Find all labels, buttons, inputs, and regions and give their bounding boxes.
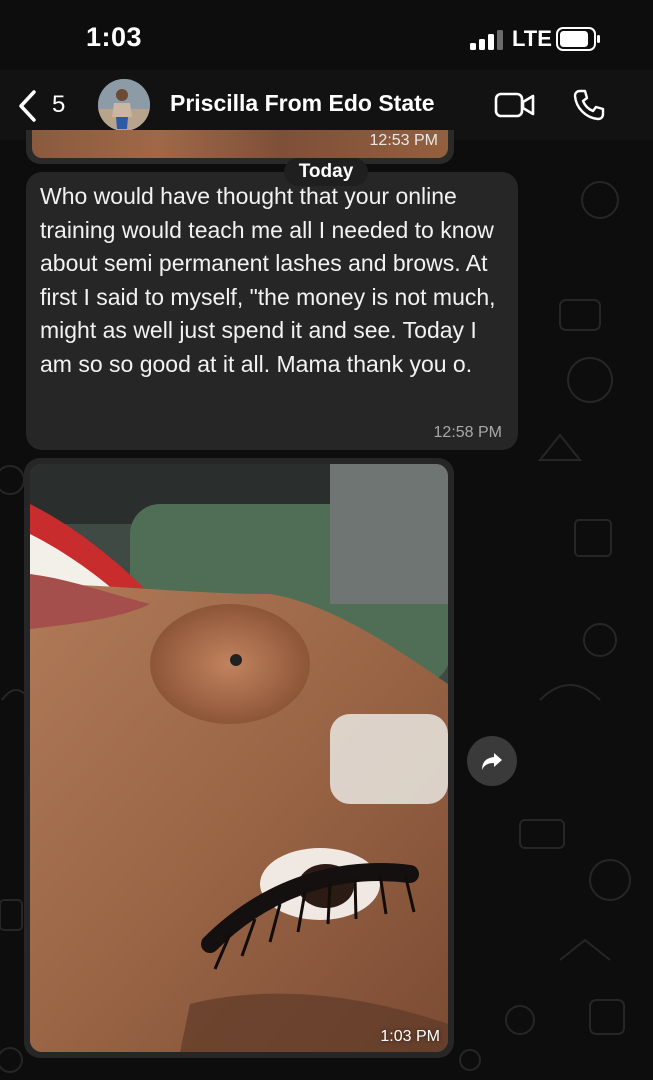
forward-arrow-icon [482, 753, 502, 770]
status-time: 1:03 [86, 22, 143, 52]
previous-image-message[interactable]: 12:53 PM [26, 130, 454, 164]
contact-avatar[interactable] [98, 79, 150, 131]
message-time: 1:03 PM [380, 1028, 440, 1045]
forward-button[interactable] [467, 736, 517, 786]
contact-name[interactable]: Priscilla From Edo State [170, 90, 435, 117]
signal-strength-icon [470, 30, 503, 50]
date-divider: Today [284, 158, 368, 186]
back-button[interactable]: 5 [16, 86, 76, 126]
battery-icon [556, 27, 600, 51]
network-type: LTE [512, 26, 552, 51]
message-time: 12:58 PM [433, 424, 502, 441]
text-message-bubble[interactable]: Who would have thought that your online … [26, 172, 518, 450]
chevron-left-icon [19, 90, 36, 122]
unread-count: 5 [52, 91, 66, 118]
image-message-bubble[interactable]: 1:03 PM [24, 458, 454, 1058]
video-camera-icon[interactable] [494, 90, 536, 120]
message-text: Who would have thought that your online … [40, 183, 496, 377]
status-bar: 1:03 LTE [0, 0, 653, 80]
phone-icon[interactable] [572, 88, 606, 122]
message-photo[interactable] [30, 464, 448, 1052]
message-time: 12:53 PM [369, 132, 438, 149]
